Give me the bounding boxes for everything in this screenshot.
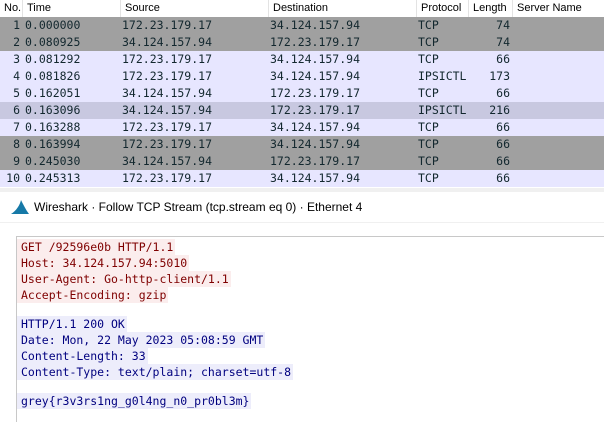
packet-length: 66: [496, 154, 510, 168]
packet-source: 34.124.157.94: [122, 103, 213, 117]
packet-time: 0.000000: [25, 18, 81, 32]
column-header-server-name[interactable]: Server Name: [512, 0, 604, 17]
packet-row[interactable]: 6 0.163096 34.124.157.94 172.23.179.17 I…: [0, 102, 604, 119]
server-response-block: HTTP/1.1 200 OK Date: Mon, 22 May 2023 0…: [17, 316, 604, 409]
packet-row[interactable]: 4 0.081826 172.23.179.17 34.124.157.94 I…: [0, 68, 604, 85]
packet-protocol: TCP: [418, 86, 439, 100]
packet-no: 3: [13, 52, 20, 66]
packet-protocol: IPSICTL: [418, 103, 467, 117]
column-header-no[interactable]: No.: [0, 0, 22, 17]
packet-time: 0.163994: [25, 137, 81, 151]
packet-destination: 34.124.157.94: [270, 120, 361, 134]
client-line: User-Agent: Go-http-client/1.1: [17, 271, 231, 287]
packet-protocol: TCP: [418, 52, 439, 66]
packet-time: 0.163096: [25, 103, 81, 117]
packet-length: 66: [496, 171, 510, 185]
packet-length: 66: [496, 86, 510, 100]
packet-length: 173: [489, 69, 510, 83]
packet-length: 74: [496, 18, 510, 32]
packet-time: 0.162051: [25, 86, 81, 100]
packet-destination: 34.124.157.94: [270, 137, 361, 151]
column-header-length[interactable]: Length: [468, 0, 512, 17]
packet-time: 0.245313: [25, 171, 81, 185]
packet-source: 34.124.157.94: [122, 35, 213, 49]
packet-length: 74: [496, 35, 510, 49]
packet-no: 2: [13, 35, 20, 49]
column-header-source[interactable]: Source: [120, 0, 268, 17]
packet-row[interactable]: 9 0.245030 34.124.157.94 172.23.179.17 T…: [0, 153, 604, 170]
packet-destination: 34.124.157.94: [270, 171, 361, 185]
server-line: Date: Mon, 22 May 2023 05:08:59 GMT: [17, 332, 266, 348]
client-line: GET /92596e0b HTTP/1.1: [17, 239, 176, 255]
packet-source: 172.23.179.17: [122, 137, 213, 151]
packet-row[interactable]: 7 0.163288 172.23.179.17 34.124.157.94 T…: [0, 119, 604, 136]
packet-no: 4: [13, 69, 20, 83]
packet-source: 172.23.179.17: [122, 52, 213, 66]
packet-protocol: TCP: [418, 171, 439, 185]
packet-protocol: TCP: [418, 120, 439, 134]
packet-row[interactable]: 3 0.081292 172.23.179.17 34.124.157.94 T…: [0, 51, 604, 68]
packet-destination: 34.124.157.94: [270, 18, 361, 32]
packet-destination: 172.23.179.17: [270, 154, 361, 168]
server-line: Content-Type: text/plain; charset=utf-8: [17, 364, 294, 380]
packet-source: 172.23.179.17: [122, 69, 213, 83]
packet-row[interactable]: 10 0.245313 172.23.179.17 34.124.157.94 …: [0, 170, 604, 187]
packet-source: 172.23.179.17: [122, 171, 213, 185]
packet-length: 216: [489, 103, 510, 117]
packet-protocol: TCP: [418, 154, 439, 168]
column-header-protocol[interactable]: Protocol: [416, 0, 468, 17]
packet-row[interactable]: 5 0.162051 34.124.157.94 172.23.179.17 T…: [0, 85, 604, 102]
packet-protocol: IPSICTL: [418, 69, 467, 83]
packet-no: 5: [13, 86, 20, 100]
packet-protocol: TCP: [418, 18, 439, 32]
packet-no: 6: [13, 103, 20, 117]
packet-destination: 172.23.179.17: [270, 103, 361, 117]
packet-destination: 172.23.179.17: [270, 35, 361, 49]
server-line: Content-Length: 33: [17, 348, 148, 364]
client-request-block: GET /92596e0b HTTP/1.1 Host: 34.124.157.…: [17, 239, 604, 303]
packet-source: 34.124.157.94: [122, 86, 213, 100]
window-titlebar[interactable]: Wireshark · Follow TCP Stream (tcp.strea…: [0, 192, 604, 223]
packet-time: 0.080925: [25, 35, 81, 49]
packet-time: 0.163288: [25, 120, 81, 134]
packet-no: 10: [6, 171, 20, 185]
wireshark-fin-icon: [11, 200, 29, 214]
packet-length: 66: [496, 120, 510, 134]
packet-list[interactable]: No. Time Source Destination Protocol Len…: [0, 0, 604, 188]
packet-length: 66: [496, 137, 510, 151]
packet-source: 172.23.179.17: [122, 18, 213, 32]
packet-row[interactable]: 2 0.080925 34.124.157.94 172.23.179.17 T…: [0, 34, 604, 51]
stream-content[interactable]: GET /92596e0b HTTP/1.1 Host: 34.124.157.…: [16, 236, 604, 422]
packet-no: 7: [13, 120, 20, 134]
packet-no: 1: [13, 18, 20, 32]
packet-no: 8: [13, 137, 20, 151]
client-line: Accept-Encoding: gzip: [17, 287, 169, 303]
follow-tcp-stream-window: Wireshark · Follow TCP Stream (tcp.strea…: [0, 192, 604, 422]
packet-source: 172.23.179.17: [122, 120, 213, 134]
server-body-line: grey{r3v3rs1ng_g0l4ng_n0_pr0bl3m}: [17, 393, 252, 409]
packet-row[interactable]: 1 0.000000 172.23.179.17 34.124.157.94 T…: [0, 17, 604, 34]
packet-no: 9: [13, 154, 20, 168]
packet-time: 0.081826: [25, 69, 81, 83]
packet-protocol: TCP: [418, 137, 439, 151]
packet-destination: 172.23.179.17: [270, 86, 361, 100]
packet-source: 34.124.157.94: [122, 154, 213, 168]
packet-rows: 1 0.000000 172.23.179.17 34.124.157.94 T…: [0, 17, 604, 187]
packet-destination: 34.124.157.94: [270, 52, 361, 66]
packet-time: 0.081292: [25, 52, 81, 66]
client-line: Host: 34.124.157.94:5010: [17, 255, 190, 271]
column-header-destination[interactable]: Destination: [268, 0, 416, 17]
packet-time: 0.245030: [25, 154, 81, 168]
packet-destination: 34.124.157.94: [270, 69, 361, 83]
window-title: Wireshark · Follow TCP Stream (tcp.strea…: [34, 200, 363, 214]
server-line: HTTP/1.1 200 OK: [17, 316, 127, 332]
packet-list-header: No. Time Source Destination Protocol Len…: [0, 0, 604, 18]
packet-row[interactable]: 8 0.163994 172.23.179.17 34.124.157.94 T…: [0, 136, 604, 153]
packet-length: 66: [496, 52, 510, 66]
column-header-time[interactable]: Time: [22, 0, 120, 17]
packet-protocol: TCP: [418, 35, 439, 49]
